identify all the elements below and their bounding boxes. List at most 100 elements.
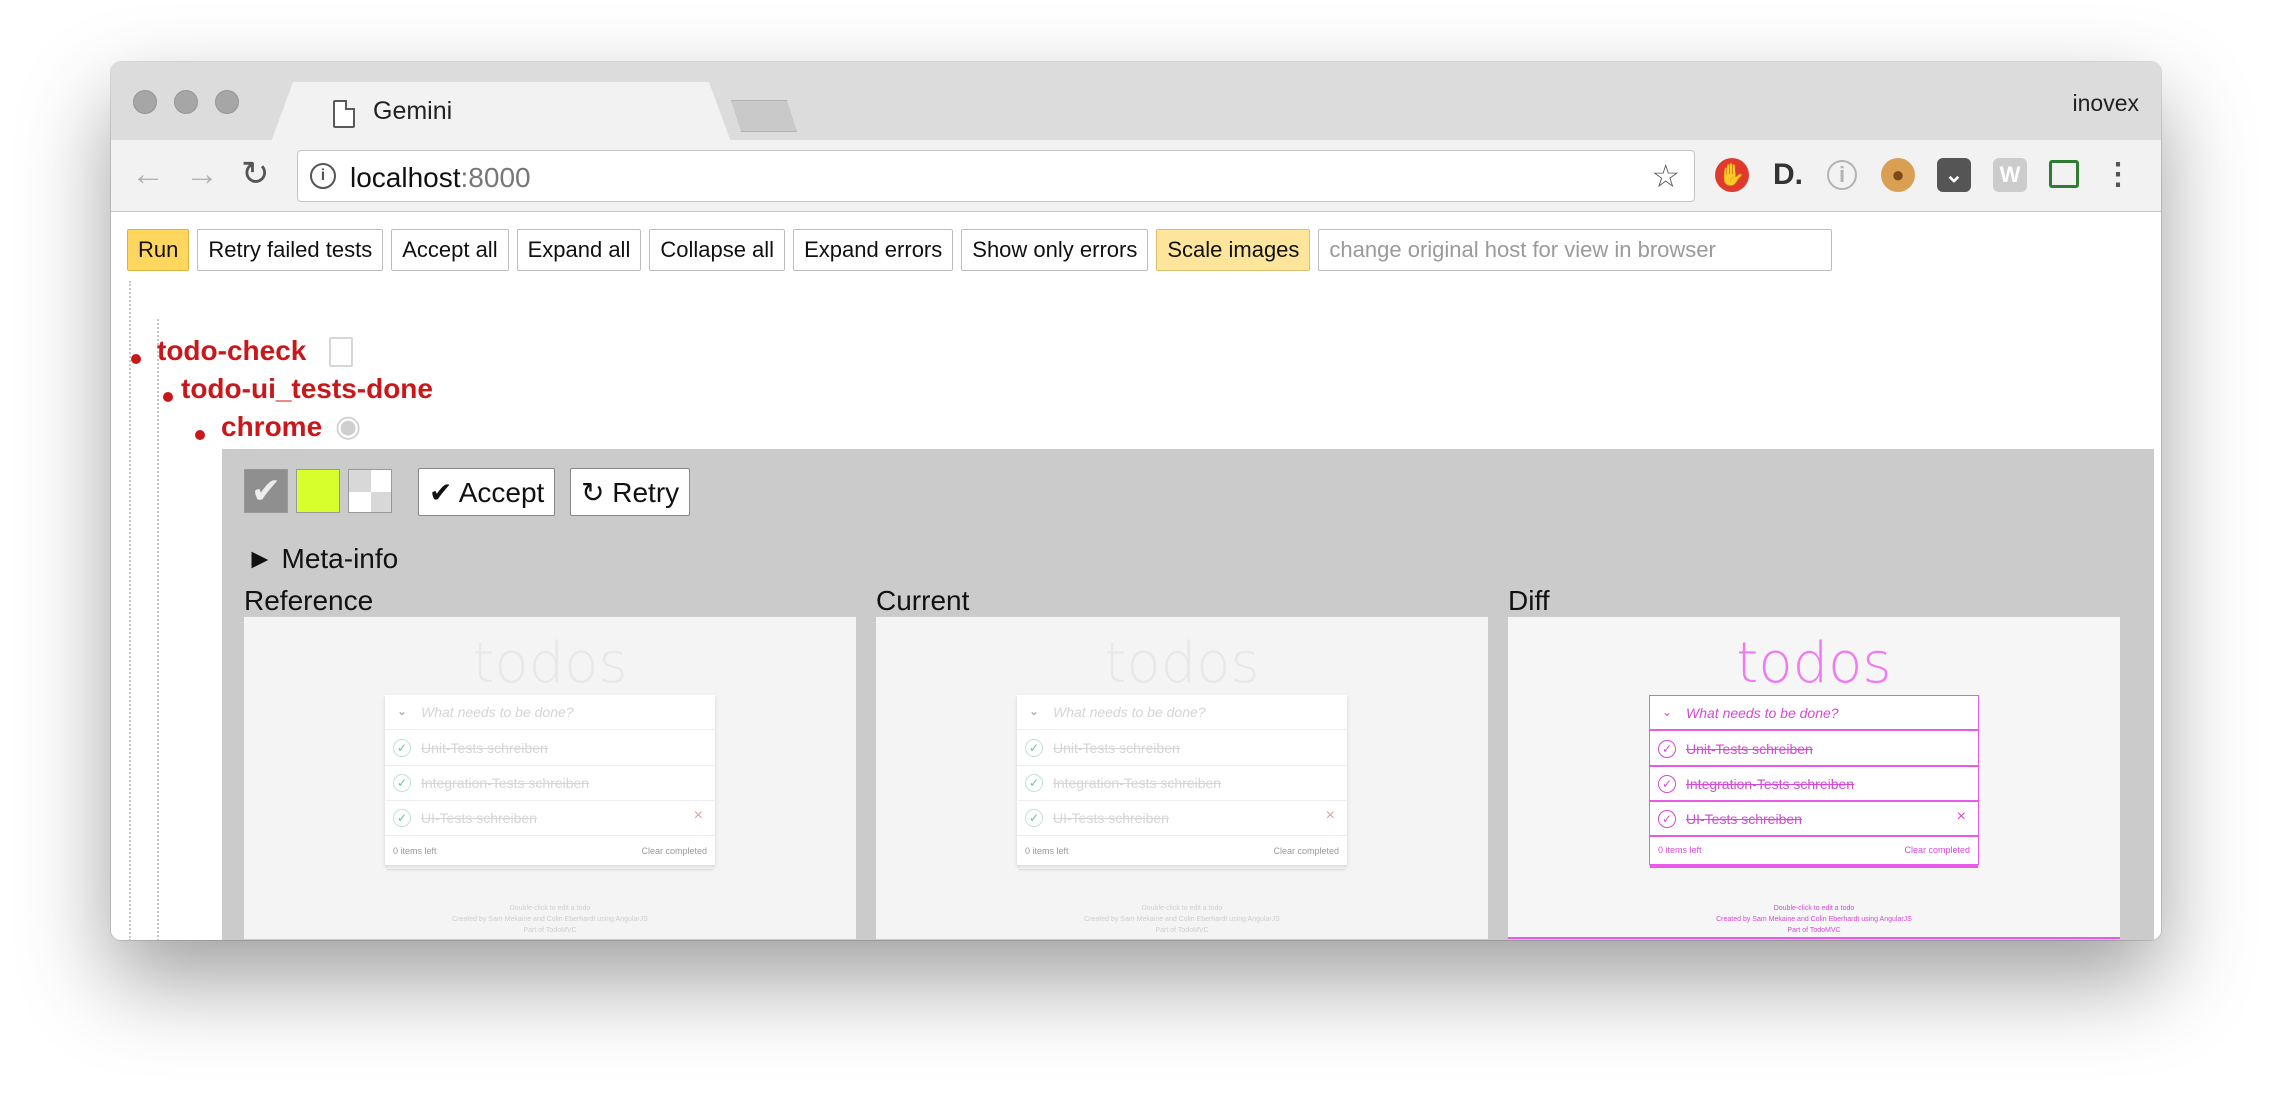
- more-menu-icon[interactable]: ⋮: [2101, 158, 2135, 192]
- pocket-icon[interactable]: ⌄: [1937, 158, 1971, 192]
- todo-item-text: Unit-Tests schreiben: [1053, 740, 1180, 756]
- run-button[interactable]: Run: [127, 229, 190, 271]
- browser-title[interactable]: chrome: [221, 411, 322, 443]
- bookmark-star-icon[interactable]: ☆: [1651, 157, 1680, 195]
- todo-item: ✓ Integration-Tests schreiben: [385, 766, 715, 801]
- app-footer-line: Part of TodoMVC: [1787, 927, 1841, 934]
- app-footer-line: Double-click to edit a todo: [1773, 905, 1855, 912]
- disconnect-d-icon[interactable]: D.: [1771, 158, 1805, 192]
- app-footer-line: Created by Sam Mekaine and Colin Eberhar…: [1716, 916, 1912, 923]
- url-host: localhost: [350, 162, 461, 193]
- suite-title[interactable]: todo-check: [157, 335, 306, 367]
- todo-placeholder: What needs to be done?: [421, 704, 574, 720]
- todo-input-row: ⌄ What needs to be done?: [1650, 696, 1978, 731]
- diff-label: Diff: [1508, 585, 1550, 616]
- todo-item: ✓ Integration-Tests schreiben: [1650, 767, 1978, 802]
- tree-guide-line: [157, 319, 159, 940]
- result-panel: ✔ ✔ Accept ↻ Retry ► Meta-info Reference…: [222, 449, 2154, 940]
- expand-all-button[interactable]: Expand all: [516, 229, 642, 271]
- todo-card: ⌄ What needs to be done? ✓ Unit-Tests sc…: [1649, 695, 1979, 865]
- tree-bullet: [131, 354, 141, 364]
- reference-image[interactable]: todos ⌄ What needs to be done? ✓ Unit-Te…: [244, 617, 856, 939]
- check-circle-icon: ✓: [1025, 809, 1043, 827]
- todo-card: ⌄ What needs to be done? ✓ Unit-Tests sc…: [385, 695, 715, 865]
- todo-item-text: Integration-Tests schreiben: [1686, 776, 1855, 792]
- eye-icon[interactable]: ◉: [335, 409, 361, 444]
- todo-item: ✓ UI-Tests schreiben ×: [385, 801, 715, 836]
- todo-item-text: UI-Tests schreiben: [1686, 811, 1802, 827]
- todo-item-text: Integration-Tests schreiben: [1053, 775, 1222, 791]
- scale-images-button[interactable]: Scale images: [1156, 229, 1311, 271]
- new-tab-button[interactable]: [731, 100, 797, 132]
- current-image[interactable]: todos ⌄ What needs to be done? ✓ Unit-Te…: [876, 617, 1488, 939]
- tab-title: Gemini: [373, 97, 453, 125]
- transparency-grid-swatch[interactable]: [348, 469, 392, 513]
- info-extension-icon[interactable]: i: [1827, 160, 1857, 190]
- chevron-down-icon: ⌄: [396, 704, 408, 718]
- app-footer-line: Double-click to edit a todo: [509, 905, 591, 912]
- original-host-input[interactable]: [1318, 229, 1833, 271]
- todo-item-text: Unit-Tests schreiben: [1686, 741, 1813, 757]
- check-circle-icon: ✓: [1658, 810, 1676, 828]
- cookie-icon[interactable]: ●: [1881, 158, 1915, 192]
- shield-w-icon[interactable]: W: [1993, 158, 2027, 192]
- forward-arrow-icon[interactable]: →: [185, 154, 219, 194]
- chevron-down-icon: ⌄: [1028, 704, 1040, 718]
- app-footer-line: Created by Sam Mekaine and Colin Eberhar…: [1084, 916, 1280, 923]
- check-circle-icon: ✓: [393, 774, 411, 792]
- check-circle-icon: ✓: [1025, 739, 1043, 757]
- todo-item: ✓ Integration-Tests schreiben: [1017, 766, 1347, 801]
- tree-guide-line: [129, 281, 131, 940]
- todo-item-text: UI-Tests schreiben: [421, 810, 537, 826]
- browser-toolbar: ← → ↻ i localhost:8000 ☆ ✋ D. i ● ⌄ W ⋮: [111, 140, 2161, 212]
- collapse-all-button[interactable]: Collapse all: [649, 229, 786, 271]
- todo-item: ✓ Unit-Tests schreiben: [1650, 732, 1978, 767]
- todo-footer: 0 items left Clear completed: [385, 839, 715, 865]
- todo-item: ✓ UI-Tests schreiben ×: [1650, 802, 1978, 837]
- check-circle-icon: ✓: [1025, 774, 1043, 792]
- reload-icon[interactable]: ↻: [241, 154, 270, 194]
- app-footer-line: Part of TodoMVC: [523, 927, 577, 934]
- minimize-window-button[interactable]: [174, 90, 198, 114]
- adblock-hand-icon[interactable]: ✋: [1715, 158, 1749, 192]
- diff-image[interactable]: todos ⌄ What needs to be done? ✓ Unit-Te…: [1508, 617, 2120, 939]
- clear-completed: Clear completed: [641, 846, 707, 856]
- state-title[interactable]: todo-ui_tests-done: [181, 373, 433, 405]
- expand-errors-button[interactable]: Expand errors: [793, 229, 954, 271]
- clear-completed: Clear completed: [1904, 845, 1970, 855]
- url-port: :8000: [460, 162, 531, 193]
- todo-input-row: ⌄ What needs to be done?: [385, 695, 715, 730]
- close-window-button[interactable]: [133, 90, 157, 114]
- show-only-errors-button[interactable]: Show only errors: [961, 229, 1149, 271]
- items-left: 0 items left: [1025, 846, 1069, 856]
- items-left: 0 items left: [393, 846, 437, 856]
- todo-item-text: Integration-Tests schreiben: [421, 775, 590, 791]
- delete-icon: ×: [1325, 807, 1335, 824]
- todo-app-title: todos: [1736, 631, 1892, 696]
- todo-item: ✓ UI-Tests schreiben ×: [1017, 801, 1347, 836]
- delete-icon: ×: [693, 807, 703, 824]
- url-text: localhost:8000: [350, 162, 531, 194]
- page-content: Run Retry failed tests Accept all Expand…: [111, 213, 2161, 940]
- retry-failed-button[interactable]: Retry failed tests: [197, 229, 384, 271]
- maximize-window-button[interactable]: [215, 90, 239, 114]
- info-icon[interactable]: i: [310, 163, 336, 189]
- address-bar[interactable]: i localhost:8000 ☆: [297, 150, 1695, 202]
- accept-button[interactable]: ✔ Accept: [418, 468, 556, 516]
- document-icon[interactable]: [329, 337, 353, 367]
- accept-all-button[interactable]: Accept all: [391, 229, 509, 271]
- app-footer-line: Created by Sam Mekaine and Colin Eberhar…: [452, 916, 648, 923]
- screenshot-frame-icon[interactable]: [2049, 160, 2079, 188]
- tab-gemini[interactable]: Gemini ×: [271, 82, 731, 142]
- current-label: Current: [876, 585, 970, 616]
- check-circle-icon: ✓: [1658, 740, 1676, 758]
- retry-button[interactable]: ↻ Retry: [570, 468, 691, 516]
- chevron-down-icon: ⌄: [1661, 705, 1673, 719]
- meta-info-toggle[interactable]: ► Meta-info: [246, 543, 398, 575]
- todo-placeholder: What needs to be done?: [1686, 705, 1839, 721]
- back-arrow-icon[interactable]: ←: [131, 154, 165, 194]
- view-mode-check-swatch[interactable]: ✔: [244, 469, 288, 513]
- profile-name[interactable]: inovex: [2073, 90, 2139, 117]
- diff-color-swatch[interactable]: [296, 469, 340, 513]
- control-bar: Run Retry failed tests Accept all Expand…: [127, 229, 1833, 271]
